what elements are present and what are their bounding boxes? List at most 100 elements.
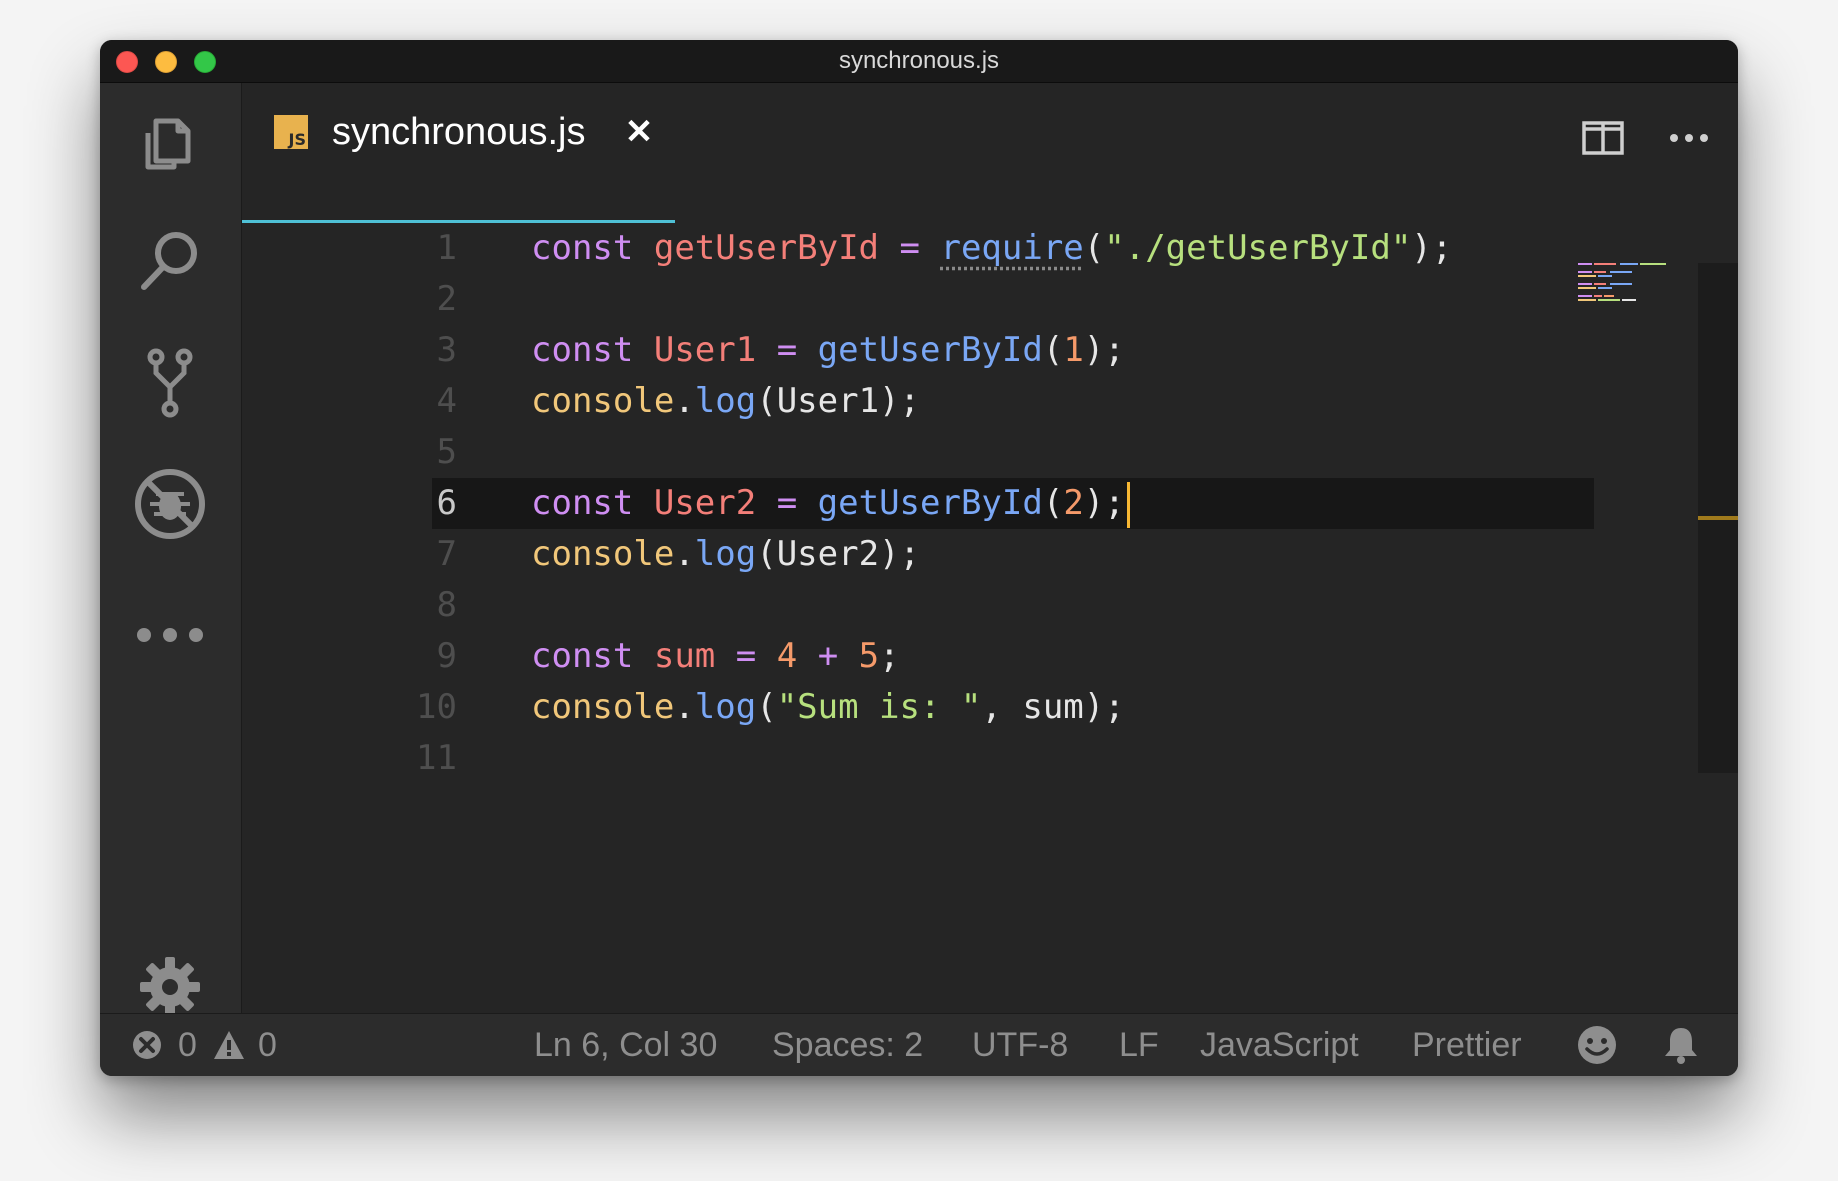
code-line: 1 const getUserById = require("./getUser… [242,223,1592,274]
editor-area: JS synchronous.js ✕ 1 const getUserById … [242,83,1738,1055]
more-actions-icon[interactable] [1668,121,1710,155]
code-token: ); [1083,687,1125,727]
end-of-line[interactable]: LF [1119,1014,1159,1076]
status-bar: 0 0 Ln 6, Col 30 Spaces: 2 UTF-8 LF Java… [100,1013,1738,1076]
editor-window: synchronous.js JS synchronous.js ✕ 1 con… [100,40,1738,1076]
line-number: 10 [416,687,457,727]
notification-bell-icon[interactable] [1660,1024,1702,1066]
code-line: 9 const sum = 4 + 5; [242,631,1592,682]
warning-icon[interactable] [212,1028,246,1062]
line-code: const getUserById = require("./getUserBy… [531,223,1452,274]
code-token: , [981,687,1002,727]
line-number: 3 [436,330,457,370]
activity-bar [100,83,242,1055]
code-token: console [531,381,675,421]
code-token: const [531,636,634,676]
code-token: User2 [653,483,757,523]
minimap[interactable] [1578,263,1678,303]
explorer-icon[interactable] [126,99,214,187]
code-token: 1 [1063,330,1084,370]
code-token: 4 [776,636,798,676]
feedback-smiley-icon[interactable] [1576,1024,1618,1066]
code-token: log [694,381,757,421]
code-token: . [674,534,695,574]
line-number: 2 [436,279,457,319]
title-bar: synchronous.js [100,40,1738,83]
line-number: 7 [436,534,457,574]
code-token: sum [1022,687,1084,727]
debug-icon[interactable] [126,460,214,548]
indentation[interactable]: Spaces: 2 [772,1014,923,1076]
code-token: log [694,534,757,574]
window-title: synchronous.js [838,47,1000,74]
encoding[interactable]: UTF-8 [972,1014,1068,1076]
code-token: "Sum is: " [776,687,982,727]
code-token: "./getUserById" [1104,228,1412,268]
code-line: 4 console.log(User1); [242,376,1592,427]
code-token: require [940,228,1084,268]
warning-count[interactable]: 0 [258,1014,277,1076]
cursor-position[interactable]: Ln 6, Col 30 [534,1014,717,1076]
error-icon[interactable] [130,1028,164,1062]
code-token: ); [1083,483,1125,523]
close-tab-icon[interactable]: ✕ [622,115,656,149]
code-token: ( [1042,330,1064,370]
code-token: = [735,636,757,676]
search-icon[interactable] [126,217,214,305]
javascript-file-icon: JS [274,115,308,149]
line-code: const User1 = getUserById(1); [531,325,1125,376]
more-icon[interactable] [126,591,214,679]
code-token: console [531,534,675,574]
code-token: ); [879,381,920,421]
tab-bar: JS synchronous.js ✕ [242,83,1738,223]
tab-synchronous-js[interactable]: JS synchronous.js ✕ [242,83,675,223]
code-line: 5 [242,427,1592,478]
line-code: console.log(User1); [531,376,920,427]
split-editor-icon[interactable] [1582,121,1624,155]
code-token: 2 [1063,483,1084,523]
code-token: const [531,330,634,370]
code-line: 11 [242,733,1592,784]
code-token: const [531,483,634,523]
code-token: . [674,381,695,421]
code-line: 10 console.log("Sum is: ", sum); [242,682,1592,733]
code-line: 2 [242,274,1592,325]
code-line: 8 [242,580,1592,631]
formatter[interactable]: Prettier [1412,1014,1522,1076]
source-control-icon[interactable] [126,339,214,427]
code-token: ( [756,687,777,727]
code-token: User2 [776,534,880,574]
line-number: 4 [436,381,457,421]
language-mode[interactable]: JavaScript [1200,1014,1359,1076]
code-token: User1 [653,330,757,370]
line-code: const User2 = getUserById(2); [531,478,1130,529]
code-token: const [531,228,634,268]
code-token: ); [1411,228,1453,268]
code-token: ); [1083,330,1125,370]
code-line: 3 const User1 = getUserById(1); [242,325,1592,376]
code-token: User1 [776,381,880,421]
code-token: 5 [858,636,880,676]
code-line: 7 console.log(User2); [242,529,1592,580]
line-code: console.log(User2); [531,529,920,580]
code-token: ; [879,636,900,676]
code-token: getUserById [817,483,1043,523]
code-token: ( [1083,228,1105,268]
line-number: 8 [436,585,457,625]
code-line-current: 6 const User2 = getUserById(2); [242,478,1594,529]
tab-label: synchronous.js [332,111,586,153]
line-code: console.log("Sum is: ", sum); [531,682,1125,733]
line-number: 1 [436,228,457,268]
code-token: ( [756,381,777,421]
code-token: + [817,636,839,676]
line-number: 6 [436,483,457,523]
text-cursor [1126,481,1130,528]
code-token: getUserById [653,228,880,268]
code-token: = [776,330,798,370]
code-token: . [674,687,695,727]
code-token: getUserById [817,330,1043,370]
code-token: console [531,687,675,727]
error-count[interactable]: 0 [178,1014,197,1076]
code-editor[interactable]: 1 const getUserById = require("./getUser… [242,223,1738,1055]
code-token: ); [879,534,920,574]
